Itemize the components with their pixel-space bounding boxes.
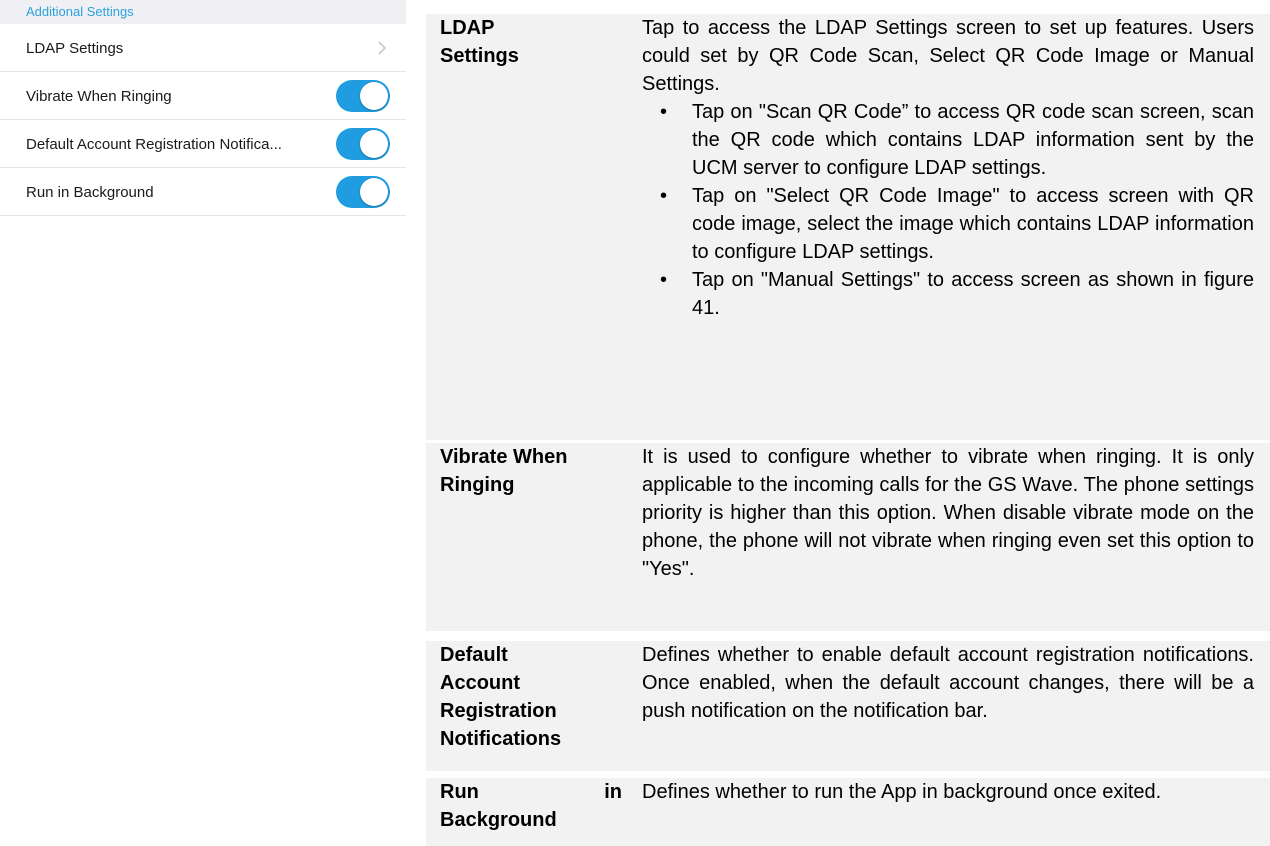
term-line: Registration [440,700,557,722]
description-row-vibrate: Vibrate When Ringing It is used to confi… [426,443,1270,631]
ldap-settings-row[interactable]: LDAP Settings [0,24,406,72]
run-in-background-row: Run in Background [0,168,406,216]
bullet-item: • Tap on "Scan QR Code” to access QR code… [642,98,1254,182]
term-vibrate-when-ringing: Vibrate When Ringing [440,443,616,499]
default-account-registration-row: Default Account Registration Notifica... [0,120,406,168]
term-line: Default [440,644,508,666]
bullet-icon: • [660,269,668,291]
bullet-icon: • [660,185,668,207]
term-line: Account [440,672,520,694]
default-account-registration-toggle[interactable] [336,128,390,160]
definition-intro: Tap to access the LDAP Settings screen t… [642,17,1254,95]
toggle-knob [360,130,388,158]
definition-run-in-background: Defines whether to run the App in backgr… [642,778,1254,806]
term-default-account-registration-notifications: Default Account Registration Notificatio… [440,641,616,753]
chevron-right-icon [378,41,387,55]
toggle-knob [360,82,388,110]
term-line: Settings [440,45,519,67]
term-line: LDAP [440,17,495,39]
default-account-registration-label: Default Account Registration Notifica... [26,135,282,153]
definition-intro: Defines whether to run the App in backgr… [642,781,1162,803]
vibrate-when-ringing-label: Vibrate When Ringing [26,87,172,105]
settings-panel: Additional Settings LDAP Settings Vibrat… [0,0,406,216]
definition-vibrate-when-ringing: It is used to configure whether to vibra… [642,443,1254,583]
run-in-background-toggle[interactable] [336,176,390,208]
vibrate-when-ringing-row: Vibrate When Ringing [0,72,406,120]
term-line: Ringing [440,474,515,496]
definition-default-account-registration-notifications: Defines whether to enable default accoun… [642,641,1254,725]
term-run-in-background: Run in Background [440,778,622,834]
definition-ldap-settings: Tap to access the LDAP Settings screen t… [642,14,1254,322]
bullet-text: Tap on "Scan QR Code” to access QR code … [692,101,1254,179]
bullet-text: Tap on "Manual Settings" to access scree… [692,269,1254,319]
term-ldap-settings: LDAP Settings [440,14,616,70]
definition-intro: It is used to configure whether to vibra… [642,446,1254,580]
bullet-item: • Tap on "Manual Settings" to access scre… [642,266,1254,322]
bullet-list: • Tap on "Scan QR Code” to access QR code… [642,98,1254,322]
ldap-settings-label: LDAP Settings [26,39,124,57]
term-line: Background [440,809,557,831]
term-line: Run in [440,781,622,803]
description-row-run-in-background: Run in Background Defines whether to run… [426,778,1270,846]
description-row-ldap: LDAP Settings Tap to access the LDAP Set… [426,14,1270,440]
section-header: Additional Settings [0,0,406,24]
definition-intro: Defines whether to enable default accoun… [642,644,1254,722]
bullet-icon: • [660,101,668,123]
toggle-knob [360,178,388,206]
term-line: Vibrate When [440,446,568,468]
bullet-text: Tap on "Select QR Code Image" to access … [692,185,1254,263]
bullet-item: • Tap on "Select QR Code Image" to access… [642,182,1254,266]
run-in-background-label: Run in Background [26,183,154,201]
description-row-default-account: Default Account Registration Notificatio… [426,641,1270,771]
description-table: LDAP Settings Tap to access the LDAP Set… [426,0,1270,846]
term-line: Notifications [440,728,562,750]
vibrate-when-ringing-toggle[interactable] [336,80,390,112]
